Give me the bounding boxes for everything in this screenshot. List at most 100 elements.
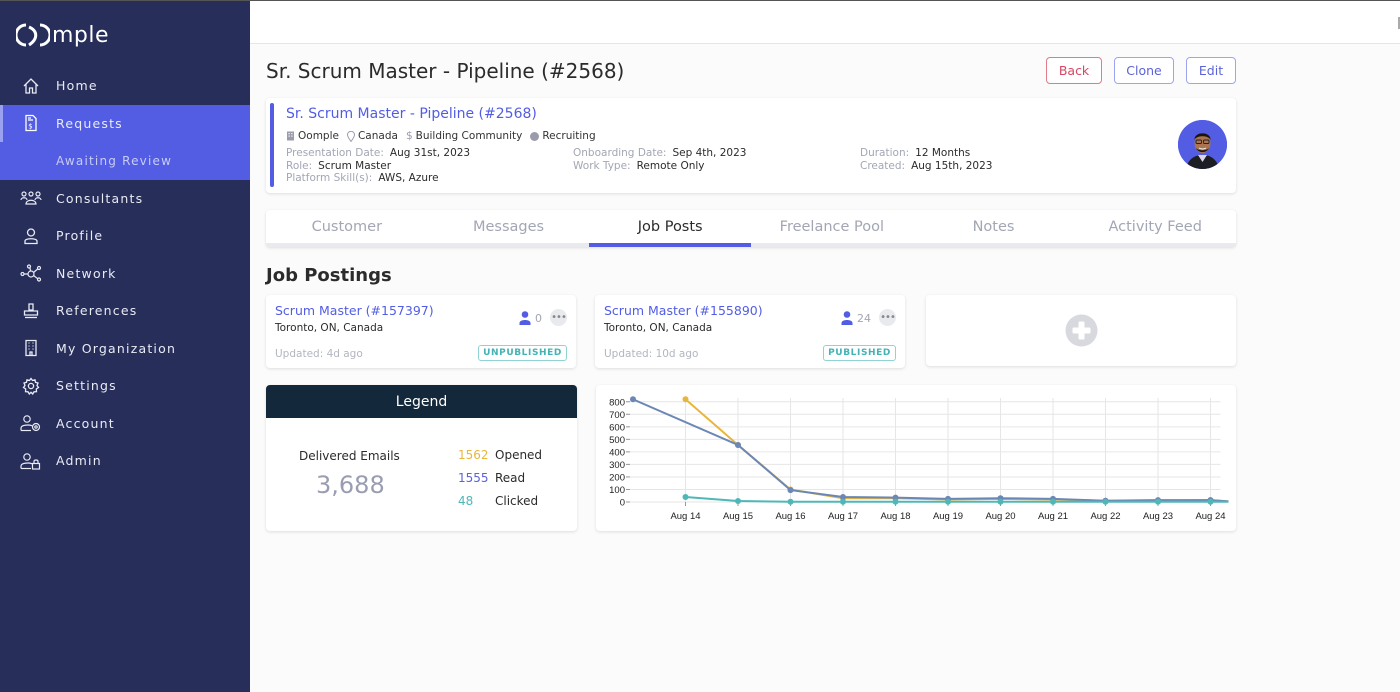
home-icon	[20, 75, 42, 97]
legend-rows: 1562 Opened 1555 Read 48 Clicked	[458, 443, 542, 512]
clone-button[interactable]: Clone	[1114, 57, 1174, 84]
accent-bar	[270, 103, 274, 187]
data-point-clicked	[735, 497, 741, 504]
x-tick-label: Aug 23	[1143, 511, 1173, 522]
email-activity-chart: 0 100 200 300 400 500 600 700 800 Aug 14 Aug 15 Aug…	[596, 385, 1236, 531]
data-point-clicked	[1207, 498, 1214, 505]
sidebar-item-consultants[interactable]: Consultants	[0, 180, 250, 218]
user-icon	[841, 311, 853, 325]
job-post-card[interactable]: Scrum Master (#157397) Toronto, ON, Cana…	[266, 295, 576, 368]
data-point-clicked	[1102, 498, 1109, 505]
applicant-count-value: 0	[535, 311, 542, 325]
request-details-col-2: Onboarding Date: Sep 4th, 2023 Work Type:…	[573, 147, 746, 172]
legend-value: 48	[458, 493, 474, 508]
sidebar-item-profile[interactable]: Profile	[0, 217, 250, 255]
y-tick-label: 600	[609, 422, 625, 433]
field-label: Created:	[860, 159, 906, 172]
data-point-clicked	[682, 493, 689, 500]
job-post-updated: Updated: 10d ago	[604, 348, 699, 360]
sidebar-item-requests[interactable]: $ Requests	[0, 104, 250, 142]
applicant-count-value: 24	[857, 311, 871, 325]
legend-row-clicked: 48 Clicked	[458, 489, 542, 512]
x-tick-label: Aug 24	[1195, 511, 1225, 522]
tab-customer[interactable]: Customer	[266, 210, 428, 243]
email-legend-card: Legend Delivered Emails 3,688 1562 Opened…	[266, 385, 577, 531]
user-gear-icon	[20, 412, 42, 434]
sidebar-item-label: Admin	[56, 453, 102, 469]
sidebar-item-references[interactable]: References	[0, 292, 250, 330]
x-tick-label: Aug 21	[1038, 511, 1068, 522]
delivered-emails-label: Delivered Emails	[299, 449, 400, 463]
edit-button[interactable]: Edit	[1186, 57, 1236, 84]
logo-mark-icon	[16, 23, 50, 47]
field-label: Onboarding Date:	[573, 147, 667, 159]
job-post-title[interactable]: Scrum Master (#155890)	[604, 303, 763, 318]
sidebar-item-label: Consultants	[56, 190, 144, 206]
users-group-icon	[20, 187, 42, 209]
job-post-card[interactable]: Scrum Master (#155890) Toronto, ON, Cana…	[595, 295, 905, 368]
logo[interactable]: mple	[16, 19, 109, 51]
sidebar-item-admin[interactable]: Admin	[0, 442, 250, 480]
dollar-icon: $	[405, 130, 413, 142]
request-summary-card: Sr. Scrum Master - Pipeline (#2568) Oomp…	[266, 98, 1236, 193]
sidebar-item-label: Settings	[56, 378, 117, 394]
add-job-post-button[interactable]	[926, 295, 1236, 366]
avatar[interactable]	[1178, 120, 1227, 169]
job-post-title[interactable]: Scrum Master (#157397)	[275, 303, 434, 318]
legend-label: Opened	[495, 447, 543, 462]
gear-icon	[20, 375, 42, 397]
legend-label: Read	[495, 470, 526, 485]
role-value: Scrum Master	[318, 159, 392, 172]
stamp-icon	[20, 300, 42, 322]
tab-activity-feed[interactable]: Activity Feed	[1074, 210, 1236, 243]
request-details-col-3: Duration: 12 Months Created: Aug 15th, 202…	[860, 147, 992, 172]
sidebar-item-label: My Organization	[56, 340, 177, 356]
header-actions: Back Clone Edit	[1046, 57, 1236, 84]
page-title: Sr. Scrum Master - Pipeline (#2568)	[266, 59, 625, 83]
chart-svg: 0 100 200300 400500 600700 800 Aug 14 Aug 15 Aug…	[609, 396, 1229, 522]
sidebar-item-label: Account	[56, 415, 115, 431]
request-title[interactable]: Sr. Scrum Master - Pipeline (#2568)	[286, 106, 537, 122]
tab-freelance-pool[interactable]: Freelance Pool	[751, 210, 913, 243]
field-label: Platform Skill(s):	[286, 172, 373, 184]
sidebar-subitem-awaiting-review[interactable]: Awaiting Review	[0, 142, 250, 180]
y-tick-label: 0	[620, 498, 625, 509]
request-status: Recruiting	[542, 130, 596, 142]
x-tick-label: Aug 14	[670, 511, 700, 522]
plus-circle-icon	[1065, 314, 1097, 347]
legend-row-opened: 1562 Opened	[458, 443, 542, 466]
building-icon	[287, 131, 294, 141]
sidebar-item-home[interactable]: Home	[0, 67, 250, 105]
data-point-opened	[682, 396, 689, 403]
job-post-updated: Updated: 4d ago	[275, 348, 363, 360]
tab-notes[interactable]: Notes	[913, 210, 1075, 243]
data-point-clicked	[945, 498, 951, 505]
onboarding-date-value: Sep 4th, 2023	[672, 147, 747, 159]
data-point-clicked	[787, 498, 794, 505]
field-label: Work Type:	[573, 159, 631, 172]
applicant-count: 0	[519, 311, 542, 325]
sidebar-item-network[interactable]: Network	[0, 255, 250, 293]
legend-header: Legend	[266, 385, 577, 418]
more-options-button[interactable]: •••	[879, 309, 896, 326]
sidebar-item-account[interactable]: Account	[0, 405, 250, 443]
y-tick-label: 500	[609, 435, 625, 446]
field-label: Presentation Date:	[286, 147, 384, 159]
building-icon	[20, 337, 42, 359]
invoice-dollar-icon: $	[20, 112, 42, 134]
sidebar-item-settings[interactable]: Settings	[0, 367, 250, 405]
x-tick-label: Aug 16	[775, 511, 805, 522]
sidebar-item-my-organization[interactable]: My Organization	[0, 330, 250, 368]
top-bar	[250, 1, 1400, 44]
y-tick-label: 100	[609, 485, 625, 496]
delivered-emails-value: 3,688	[316, 471, 385, 499]
more-options-button[interactable]: •••	[550, 309, 567, 326]
x-tick-label: Aug 22	[1090, 511, 1120, 522]
sidebar-item-label: Requests	[56, 115, 123, 131]
back-button[interactable]: Back	[1046, 57, 1102, 84]
platform-skills-value: AWS, Azure	[378, 172, 439, 184]
tab-job-posts[interactable]: Job Posts	[589, 210, 751, 247]
tab-messages[interactable]: Messages	[428, 210, 590, 243]
sidebar-item-label: Network	[56, 265, 117, 281]
request-meta: Oomple Canada $ Building Community Recru…	[286, 130, 596, 142]
